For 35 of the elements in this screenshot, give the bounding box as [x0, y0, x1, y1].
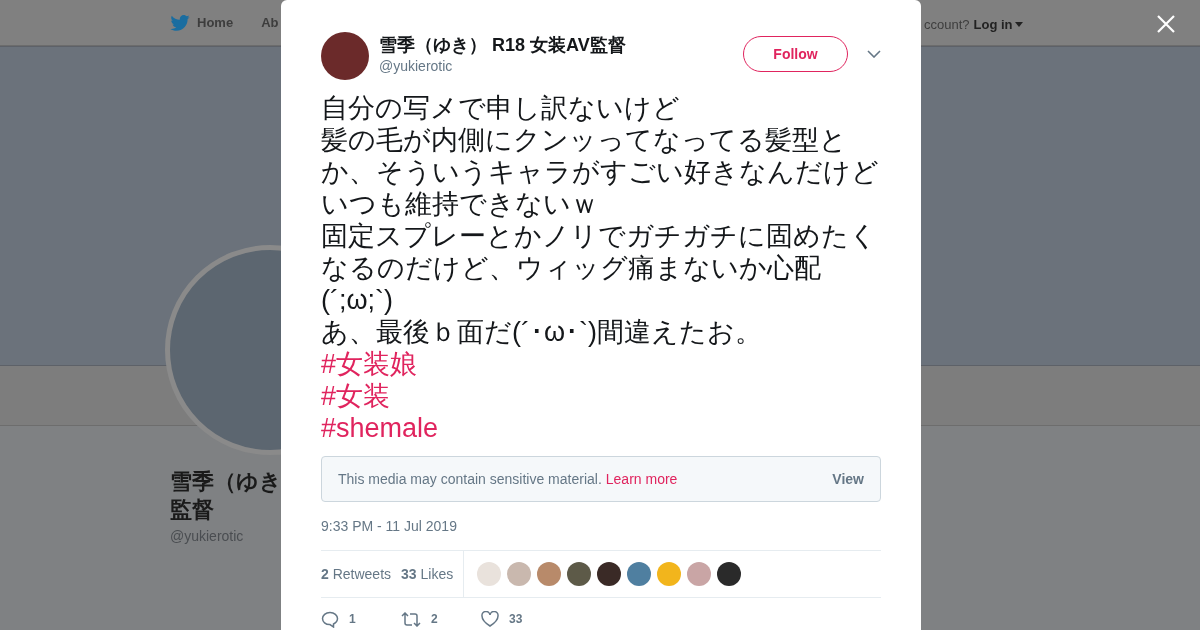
caret-icon [1014, 22, 1023, 28]
heart-icon[interactable] [481, 611, 499, 627]
liker-avatar[interactable] [567, 562, 592, 586]
like-count: 33 [509, 611, 523, 628]
hashtag-link[interactable]: #女装娘 [321, 348, 418, 380]
view-button[interactable]: View [832, 468, 864, 490]
account-prompt: ccount? [924, 16, 970, 34]
tweet-text-line: 自分の写メで申し訳ないけど [321, 92, 681, 124]
author-avatar [321, 32, 369, 80]
stat-link[interactable]: 2 Retweets [321, 563, 392, 585]
login-link[interactable]: Log in [973, 15, 1023, 35]
author-handle[interactable]: @yukierotic [379, 57, 626, 75]
sensitive-warning: This media may contain sensitive material. [338, 469, 602, 489]
close-icon[interactable] [1157, 15, 1175, 33]
chevron-down-icon[interactable] [867, 50, 881, 58]
profile-name-line: 監督 [170, 496, 214, 524]
tweet-text-line: あ、最後ｂ面だ(´･ω･`)間違えたお。 [321, 316, 764, 348]
nav-link[interactable]: Home [170, 12, 234, 33]
bird-icon [170, 14, 190, 31]
tweet-text-line: 固定スプレーとかノリでガチガチに固めたくなるのだけど、ウィッグ痛まないか心配(´;ω;`) [321, 220, 878, 316]
hashtag-link[interactable]: #shemale [321, 412, 439, 444]
liker-avatar[interactable] [597, 562, 622, 586]
retweet-count: 2 [431, 611, 438, 628]
profile-name-line: 雪季（ゆき [170, 468, 282, 496]
stat-link[interactable]: 33 Likes [401, 563, 454, 585]
tweet-text-line: 髪の毛が内側にクンッってなってる髪型とか、そういうキャラがすごい好きなんだけどいつも維持できないｗ [321, 124, 880, 220]
timestamp[interactable]: 9:33 PM - 11 Jul 2019 [321, 516, 881, 537]
author-name[interactable]: 雪季（ゆき） R18 女装AV監督 [379, 33, 626, 57]
hashtag-link[interactable]: #女装 [321, 380, 391, 412]
learn-more-link[interactable]: Learn more [605, 468, 678, 490]
retweet-icon[interactable] [401, 611, 421, 627]
reply-count: 1 [349, 611, 356, 628]
liker-avatar[interactable] [717, 562, 742, 586]
nav-link[interactable]: Ab [261, 12, 279, 33]
reply-icon[interactable] [321, 610, 339, 628]
